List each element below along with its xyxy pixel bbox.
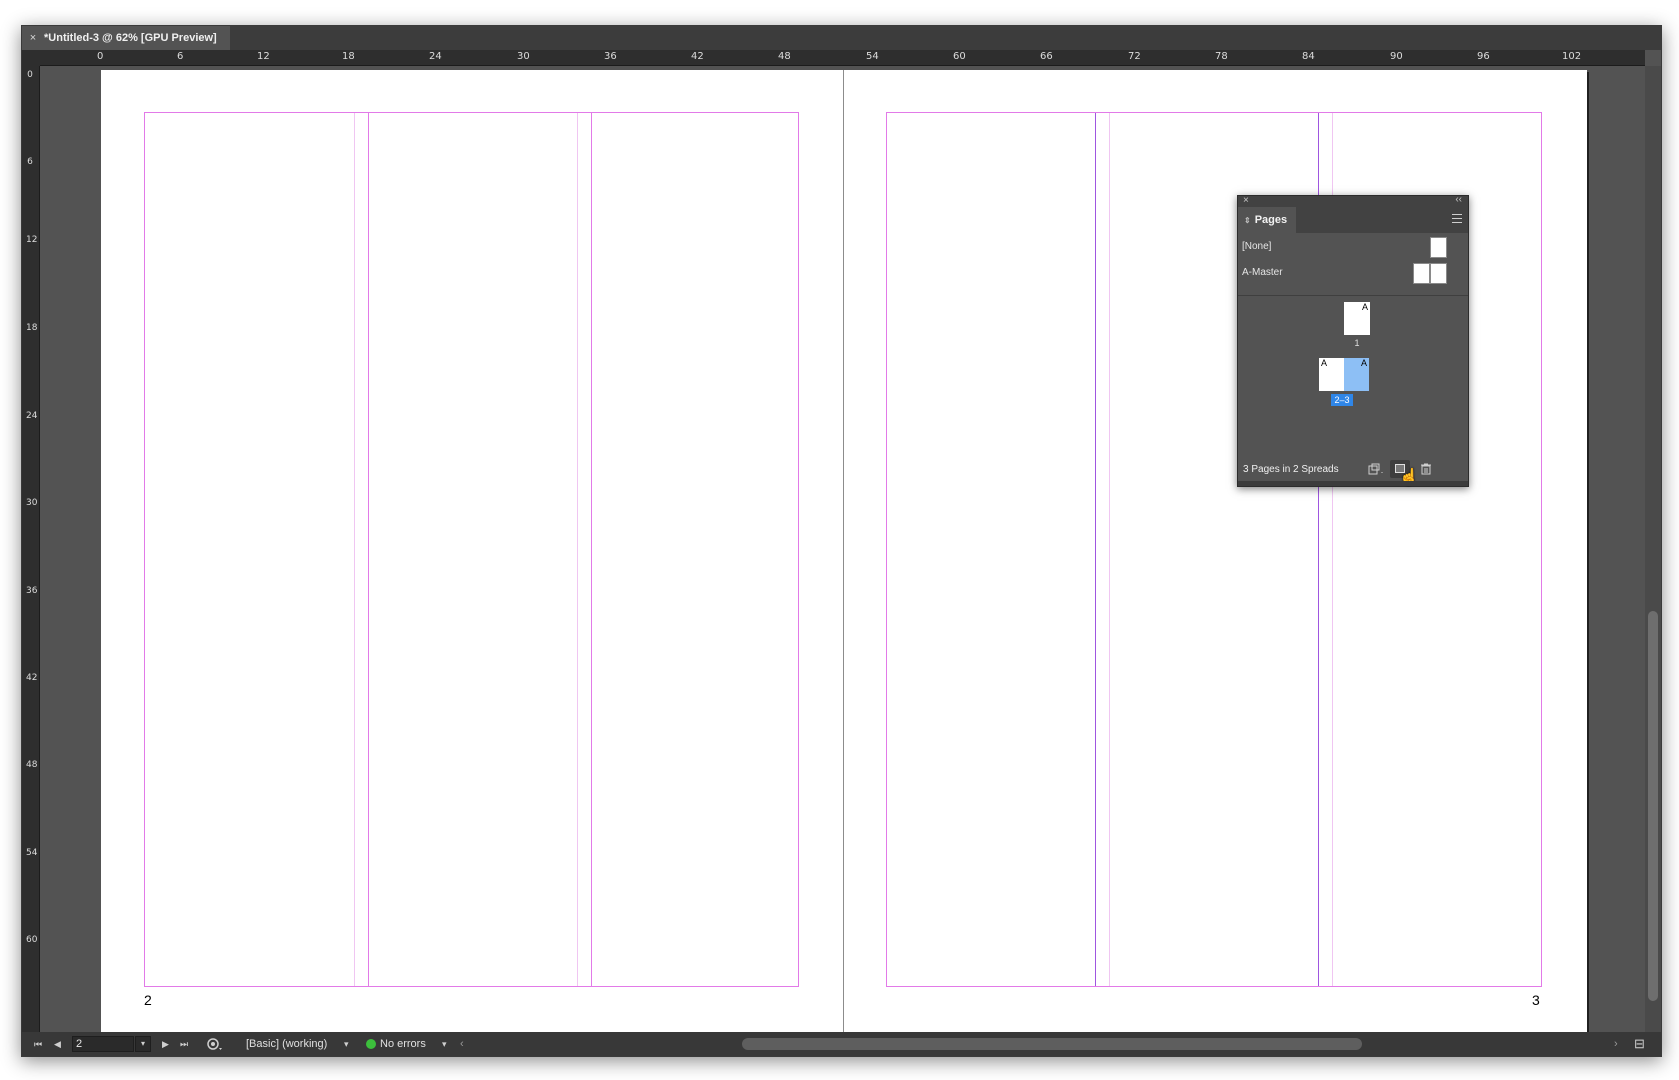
preflight-status-text: No errors (380, 1038, 426, 1050)
last-spread-button[interactable]: ⏭ (180, 1032, 188, 1056)
column-guide (1109, 113, 1110, 986)
ruler-h-label: 18 (342, 51, 355, 62)
page-thumbnail-3[interactable]: A (1344, 358, 1369, 391)
ruler-v-label: 0 (27, 70, 33, 80)
vertical-scroll-thumb[interactable] (1648, 611, 1658, 1001)
ruler-h-label: 36 (604, 51, 617, 62)
master-thumbnail-left (1413, 263, 1430, 284)
ruler-h-label: 90 (1390, 51, 1403, 62)
split-window-icon[interactable]: ⊟ (1634, 1032, 1645, 1056)
ruler-h-label: 0 (97, 51, 104, 62)
tab-expand-icon: ⇕ (1244, 215, 1251, 225)
master-label: [None] (1242, 241, 1272, 252)
scroll-right-button[interactable]: › (1614, 1032, 1618, 1056)
tab-bar: × *Untitled-3 @ 62% [GPU Preview] (22, 26, 1661, 50)
ruler-v-label: 36 (26, 586, 38, 596)
scroll-left-button[interactable]: ‹ (460, 1032, 464, 1056)
left-page-number: 2 (144, 992, 152, 1008)
panel-footer: 3 Pages in 2 Spreads ☝ (1238, 454, 1468, 486)
page-thumbnail-2[interactable]: A (1319, 358, 1344, 391)
preflight-icon[interactable] (207, 1032, 223, 1056)
previous-spread-button[interactable]: ◀ (54, 1032, 61, 1056)
ruler-h-label: 78 (1215, 51, 1228, 62)
ruler-h-label: 12 (257, 51, 270, 62)
page-thumbnail-1[interactable]: A (1344, 302, 1370, 335)
page-size-icon[interactable] (1368, 463, 1384, 478)
ruler-h-label: 102 (1562, 51, 1582, 62)
ruler-h-label: 54 (866, 51, 879, 62)
ruler-h-label: 6 (177, 51, 184, 62)
ruler-v-label: 60 (26, 935, 38, 945)
vertical-scrollbar[interactable] (1645, 66, 1661, 1032)
preflight-profile[interactable]: [Basic] (working) (246, 1032, 327, 1056)
ruler-v-label: 30 (26, 498, 38, 508)
next-spread-button[interactable]: ▶ (162, 1032, 169, 1056)
panel-tab-strip: ⇕ Pages (1238, 207, 1468, 233)
ruler-h-label: 30 (517, 51, 530, 62)
master-thumbnail-right (1430, 263, 1447, 284)
master-label: A-Master (1242, 267, 1283, 278)
panel-menu-icon[interactable] (1452, 214, 1462, 223)
panel-close-icon[interactable]: × (1243, 195, 1249, 206)
ruler-h-label: 42 (691, 51, 704, 62)
master-thumbnail (1430, 237, 1447, 258)
pages-panel: × ‹‹ ⇕ Pages [None] A-Master A 1 A A 2–3… (1237, 194, 1469, 487)
column-guide (368, 113, 369, 986)
ruler-v-label: 6 (27, 157, 33, 167)
page-count-summary: 3 Pages in 2 Spreads (1243, 464, 1339, 475)
ruler-v-label: 48 (26, 760, 38, 770)
preflight-profile-dropdown[interactable]: ▾ (344, 1032, 349, 1056)
document-tab-title: *Untitled-3 @ 62% [GPU Preview] (44, 32, 217, 44)
page-number-dropdown[interactable]: ▾ (135, 1036, 151, 1052)
tab-pages-label: Pages (1254, 214, 1288, 226)
left-page-margins (144, 112, 799, 987)
ruler-h-label: 66 (1040, 51, 1053, 62)
ruler-v-label: 54 (26, 848, 38, 858)
preflight-menu-dropdown[interactable]: ▾ (442, 1032, 447, 1056)
close-tab-icon[interactable]: × (22, 32, 44, 44)
panel-collapse-icon[interactable]: ‹‹ (1455, 194, 1462, 205)
ruler-h-label: 72 (1128, 51, 1141, 62)
tab-pages[interactable]: ⇕ Pages (1238, 207, 1296, 233)
ruler-v-label: 12 (26, 235, 38, 245)
status-bar: ⏮ ◀ 2 ▾ ▶ ⏭ [Basic] (working) ▾ No error… (22, 1032, 1661, 1056)
ruler-h-label: 48 (778, 51, 791, 62)
ruler-v-label: 18 (26, 323, 38, 333)
column-guide (577, 113, 578, 986)
horizontal-scroll-thumb[interactable] (742, 1038, 1362, 1050)
ruler-v-label: 24 (26, 411, 38, 421)
panel-resize-gripper[interactable] (1238, 481, 1468, 486)
document-window: × *Untitled-3 @ 62% [GPU Preview] 0 6 12… (21, 25, 1662, 1057)
column-guide (1095, 113, 1096, 986)
ruler-h-label: 24 (429, 51, 442, 62)
preflight-status[interactable]: No errors (366, 1032, 426, 1056)
panel-divider (1238, 295, 1468, 296)
ruler-h-label: 84 (1302, 51, 1315, 62)
document-tab[interactable]: × *Untitled-3 @ 62% [GPU Preview] (22, 26, 230, 50)
panel-title-bar[interactable]: × ‹‹ (1238, 194, 1468, 207)
page-number-label: 1 (1354, 338, 1360, 348)
column-guide (591, 113, 592, 986)
ruler-origin[interactable] (22, 50, 40, 66)
page-number-field[interactable]: 2 (72, 1036, 134, 1052)
master-item-none[interactable]: [None] (1238, 234, 1468, 260)
spread-spine (843, 70, 844, 1032)
ruler-h-label: 96 (1477, 51, 1490, 62)
status-ok-icon (366, 1039, 376, 1049)
trash-icon[interactable] (1420, 463, 1432, 478)
right-page-number: 3 (1532, 992, 1540, 1008)
master-marker: A (1321, 358, 1328, 368)
ruler-h-label: 60 (953, 51, 966, 62)
horizontal-ruler[interactable]: 0 6 12 18 24 30 36 42 48 54 60 66 72 78 … (40, 50, 1645, 66)
vertical-ruler[interactable]: 0 6 12 18 24 30 36 42 48 54 60 (22, 66, 40, 1032)
ruler-v-label: 42 (26, 673, 38, 683)
first-spread-button[interactable]: ⏮ (34, 1032, 42, 1056)
master-marker: A (1360, 358, 1367, 368)
master-marker: A (1361, 302, 1368, 312)
spread-number-label: 2–3 (1331, 394, 1353, 406)
master-item-a[interactable]: A-Master (1238, 260, 1468, 286)
column-guide (354, 113, 355, 986)
